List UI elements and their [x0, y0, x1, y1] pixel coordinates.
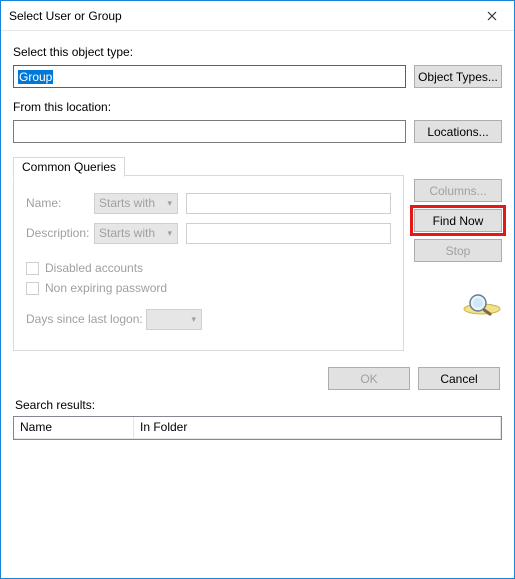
side-buttons: Columns... Find Now Stop [414, 175, 502, 351]
cancel-button[interactable]: Cancel [418, 367, 500, 390]
location-field[interactable] [13, 120, 406, 143]
results-grid: Name In Folder [13, 416, 502, 440]
close-icon [487, 11, 497, 21]
chevron-down-icon: ▾ [167, 228, 172, 239]
location-label: From this location: [13, 100, 502, 114]
column-name[interactable]: Name [14, 417, 134, 438]
tab-common-queries[interactable]: Common Queries [13, 157, 125, 177]
ok-button: OK [328, 367, 410, 390]
days-since-logon-label: Days since last logon: [26, 312, 146, 326]
locations-button[interactable]: Locations... [414, 120, 502, 143]
chevron-down-icon: ▾ [167, 198, 172, 209]
titlebar: Select User or Group [1, 1, 514, 31]
name-mode-combo: Starts with▾ [94, 193, 178, 214]
object-types-button[interactable]: Object Types... [414, 65, 502, 88]
find-now-button[interactable]: Find Now [414, 209, 502, 232]
dialog-body: Select this object type: Group Object Ty… [1, 31, 514, 448]
description-mode-combo: Starts with▾ [94, 223, 178, 244]
days-since-logon-combo: ▾ [146, 309, 202, 330]
stop-button: Stop [414, 239, 502, 262]
results-header: Name In Folder [14, 417, 501, 439]
magnifier-icon [462, 291, 502, 321]
close-button[interactable] [469, 1, 514, 31]
object-type-label: Select this object type: [13, 45, 502, 59]
name-filter-label: Name: [26, 196, 94, 210]
common-queries-panel: Common Queries Name: Starts with▾ Descri… [13, 175, 404, 351]
description-filter-label: Description: [26, 226, 94, 240]
disabled-accounts-checkbox: Disabled accounts [26, 258, 391, 278]
column-in-folder[interactable]: In Folder [134, 417, 501, 438]
columns-button: Columns... [414, 179, 502, 202]
object-type-field[interactable]: Group [13, 65, 406, 88]
non-expiring-checkbox: Non expiring password [26, 278, 391, 298]
checkbox-icon [26, 282, 39, 295]
name-filter-input [186, 193, 391, 214]
dialog-select-user-or-group: Select User or Group Select this object … [0, 0, 515, 579]
checkbox-icon [26, 262, 39, 275]
description-filter-input [186, 223, 391, 244]
window-title: Select User or Group [9, 9, 469, 23]
chevron-down-icon: ▾ [191, 314, 196, 325]
search-results-label: Search results: [15, 398, 502, 412]
